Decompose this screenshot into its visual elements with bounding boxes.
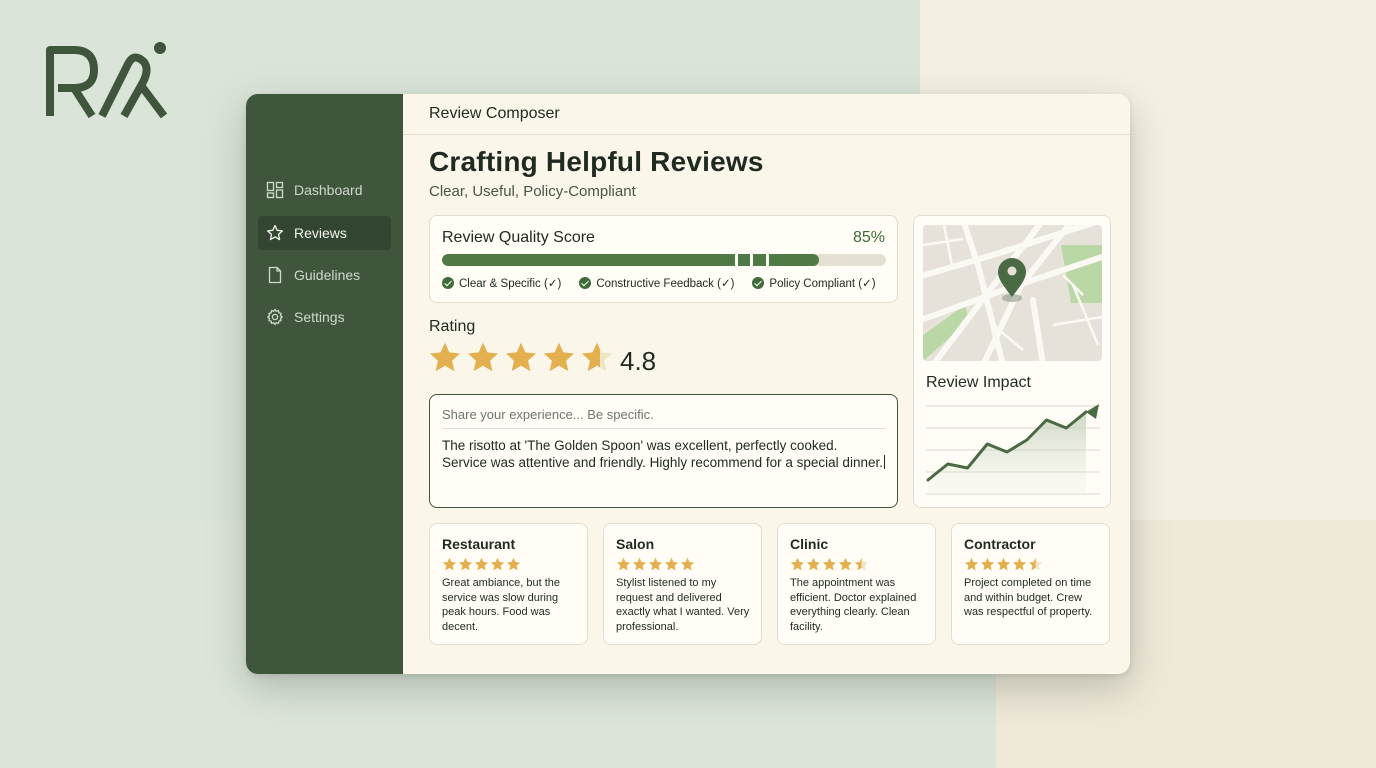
half-star-icon	[1028, 557, 1043, 571]
star-icon	[680, 557, 695, 571]
business-card-restaurant[interactable]: Restaurant Great ambiance, but the servi…	[429, 523, 588, 645]
divider	[442, 428, 886, 429]
quality-checks: Clear & Specific (✓) Constructive Feedba…	[442, 276, 876, 290]
review-textarea[interactable]: Share your experience... Be specific. Th…	[429, 394, 898, 508]
quality-score-percent: 85%	[852, 229, 885, 246]
sidebar-item-guidelines[interactable]: Guidelines	[258, 258, 391, 292]
business-stars	[964, 557, 1043, 572]
half-star-icon	[854, 557, 869, 571]
star-icon	[543, 342, 575, 372]
quality-progress-fill	[442, 254, 820, 266]
quality-check-label: Constructive Feedback (✓)	[596, 278, 735, 290]
review-impact-chart	[926, 404, 1100, 496]
star-icon	[474, 557, 489, 571]
app-window: Dashboard Reviews Guidelines Settings Re…	[246, 94, 1130, 674]
star-icon	[632, 557, 647, 571]
rating-value: 4.8	[620, 346, 657, 376]
star-icon	[996, 557, 1011, 571]
star-icon	[806, 557, 821, 571]
check-circle-icon	[579, 277, 592, 289]
star-icon	[266, 224, 284, 241]
sidebar-item-label: Settings	[294, 309, 345, 325]
text-caret	[883, 455, 885, 469]
star-icon	[490, 557, 505, 571]
rating-label: Rating	[429, 318, 476, 335]
review-text[interactable]: The risotto at 'The Golden Spoon' was ex…	[442, 437, 886, 471]
document-icon	[268, 266, 282, 284]
business-review-text: Project completed on time and within bud…	[964, 577, 1093, 618]
star-icon	[648, 557, 663, 571]
star-icon	[458, 557, 473, 571]
star-icon	[505, 342, 537, 372]
business-card-clinic[interactable]: Clinic The appointment was efficient. Do…	[777, 523, 936, 645]
sidebar-item-label: Reviews	[294, 225, 347, 241]
check-circle-icon	[752, 277, 765, 289]
impact-trend-area	[928, 412, 1086, 496]
sidebar-item-label: Dashboard	[294, 182, 363, 198]
half-star-icon	[581, 342, 613, 372]
star-icon	[616, 557, 631, 571]
quality-check-item: Policy Compliant (✓)	[752, 276, 876, 290]
star-icon	[822, 557, 837, 571]
star-icon	[790, 557, 805, 571]
review-impact-title: Review Impact	[926, 374, 1031, 391]
star-icon	[429, 342, 461, 372]
quality-check-item: Clear & Specific (✓)	[442, 276, 561, 290]
business-name: Clinic	[790, 536, 829, 552]
star-icon	[467, 342, 499, 372]
quality-score-card: Review Quality Score 85% Clear & Specifi…	[429, 215, 898, 303]
business-name: Salon	[616, 536, 655, 552]
sidebar-item-reviews[interactable]: Reviews	[258, 216, 391, 250]
sidebar-item-dashboard[interactable]: Dashboard	[258, 173, 391, 207]
quality-check-item: Constructive Feedback (✓)	[579, 276, 734, 290]
progress-divider	[766, 254, 769, 266]
header-title: Review Composer	[429, 105, 560, 122]
page-title: Crafting Helpful Reviews	[429, 146, 764, 177]
gear-icon	[267, 308, 283, 326]
star-icon	[1012, 557, 1027, 571]
quality-progress-bar	[442, 254, 886, 266]
business-review-text: Stylist listened to my request and deliv…	[616, 577, 750, 633]
review-impact-card: Review Impact	[913, 215, 1111, 508]
star-icon	[442, 557, 457, 571]
business-card-salon[interactable]: Salon Stylist listened to my request and…	[603, 523, 762, 645]
sidebar-item-settings[interactable]: Settings	[258, 300, 391, 334]
map-graphic	[923, 225, 1102, 361]
star-icon	[980, 557, 995, 571]
business-stars	[790, 557, 869, 572]
review-text-content: The risotto at 'The Golden Spoon' was ex…	[442, 438, 883, 470]
quality-check-label: Clear & Specific (✓)	[459, 278, 562, 290]
business-name: Restaurant	[442, 536, 516, 552]
business-stars	[442, 557, 521, 572]
star-icon	[838, 557, 853, 571]
quality-score-title: Review Quality Score	[442, 229, 595, 246]
map-preview[interactable]	[923, 225, 1102, 361]
dashboard-icon	[266, 181, 284, 199]
progress-divider	[750, 254, 753, 266]
business-card-contractor[interactable]: Contractor Project completed on time and…	[951, 523, 1110, 645]
main-content: Review Composer Crafting Helpful Reviews…	[403, 94, 1130, 674]
sidebar: Dashboard Reviews Guidelines Settings	[246, 94, 403, 674]
business-review-text: Great ambiance, but the service was slow…	[442, 577, 561, 633]
star-icon	[964, 557, 979, 571]
quality-check-label: Policy Compliant (✓)	[769, 278, 876, 290]
star-icon	[664, 557, 679, 571]
star-icon	[506, 557, 521, 571]
business-stars	[616, 557, 695, 572]
rating-stars[interactable]	[428, 341, 614, 375]
check-circle-icon	[442, 277, 454, 289]
brand-logo	[46, 42, 168, 119]
sidebar-item-label: Guidelines	[294, 267, 361, 283]
top-bar: Review Composer	[403, 94, 1130, 135]
progress-divider	[735, 254, 738, 266]
business-review-text: The appointment was efficient. Doctor ex…	[790, 577, 917, 633]
business-name: Contractor	[964, 536, 1036, 552]
page-subtitle: Clear, Useful, Policy-Compliant	[429, 183, 636, 200]
review-placeholder: Share your experience... Be specific.	[442, 407, 654, 422]
